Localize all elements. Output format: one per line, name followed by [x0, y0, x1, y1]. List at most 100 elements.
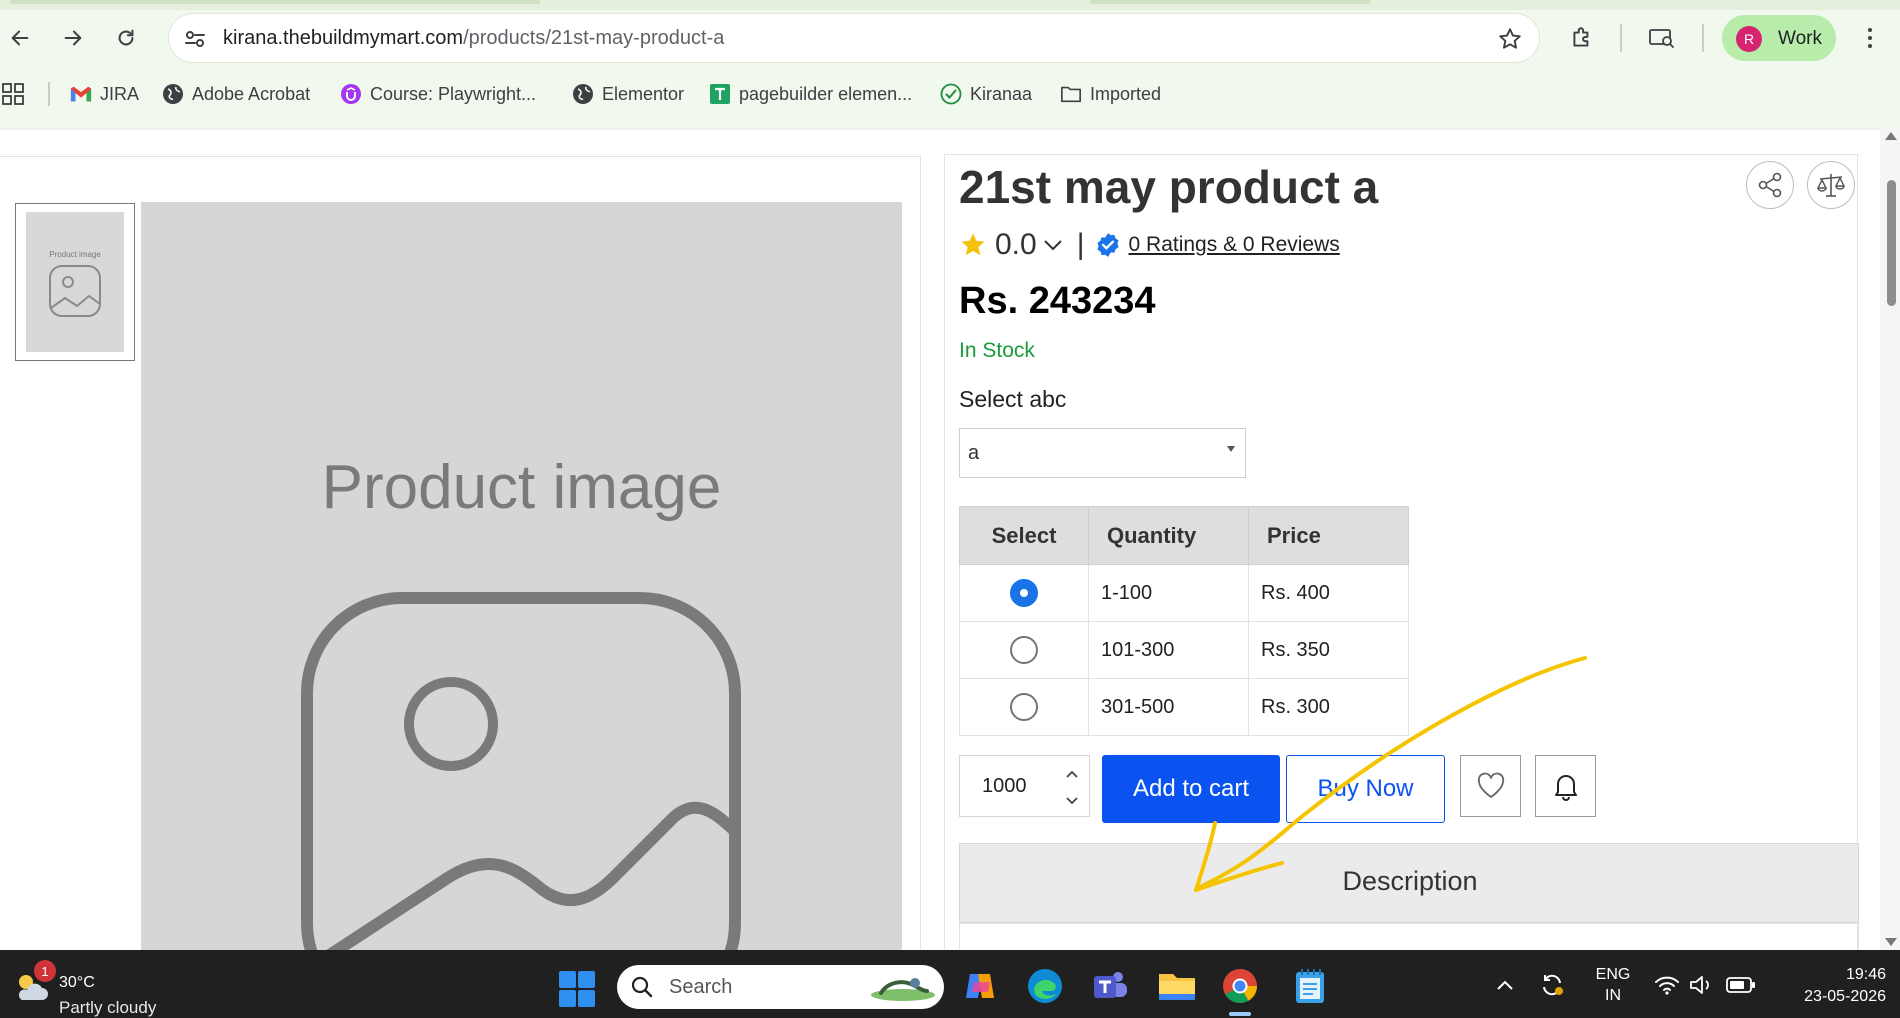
cast-search-button[interactable]	[1644, 20, 1680, 56]
address-bar[interactable]: kirana.thebuildmymart.com/products/21st-…	[168, 13, 1540, 63]
search-highlight-art-icon	[871, 978, 935, 1001]
scrollbar-thumb[interactable]	[1887, 180, 1896, 306]
system-clock[interactable]: 19:46 23-05-2026	[1786, 964, 1886, 1008]
folder-icon	[1159, 974, 1195, 1000]
compare-button[interactable]	[1807, 161, 1855, 209]
taskbar-notepad[interactable]	[1288, 964, 1332, 1008]
puzzle-icon	[1573, 27, 1589, 47]
bookmark-elementor[interactable]: Elementor	[572, 80, 684, 108]
sync-icon	[1543, 974, 1563, 996]
variant-select[interactable]: a	[959, 428, 1246, 478]
bookmarks-bar: JIRA Adobe Acrobat Course: Playwright...…	[0, 76, 1900, 112]
bookmark-adobe-acrobat[interactable]: Adobe Acrobat	[162, 80, 310, 108]
taskbar-file-explorer[interactable]	[1155, 964, 1199, 1008]
product-title: 21st may product a	[959, 161, 1379, 213]
table-row[interactable]: 301-500 Rs. 300	[959, 678, 1409, 736]
tab-indicator[interactable]	[1090, 0, 1370, 4]
screen-search-icon	[1649, 29, 1674, 48]
product-thumbnail[interactable]: Product image	[15, 203, 135, 361]
bookmark-divider	[48, 82, 50, 106]
bookmark-jira[interactable]: JIRA	[70, 80, 139, 108]
quantity-stepper[interactable]: 1000	[959, 755, 1090, 817]
notify-button[interactable]	[1535, 755, 1596, 817]
taskbar-chrome[interactable]	[1218, 964, 1262, 1008]
edge-icon	[1028, 969, 1062, 1003]
bookmark-pagebuilder[interactable]: pagebuilder elemen...	[709, 80, 912, 108]
globe-icon	[163, 84, 183, 104]
taskbar-copilot[interactable]	[958, 964, 1002, 1008]
image-placeholder-icon	[301, 592, 741, 950]
toolbar-divider	[1620, 24, 1622, 52]
table-row[interactable]: 1-100 Rs. 400	[959, 564, 1409, 622]
bookmark-folder-imported[interactable]: Imported	[1060, 80, 1161, 108]
apps-button[interactable]	[2, 80, 24, 108]
url-host: kirana.thebuildmymart.com	[223, 27, 464, 49]
volume-button[interactable]	[1686, 970, 1716, 1000]
profile-button[interactable]: R Work	[1722, 15, 1836, 61]
search-icon	[631, 976, 653, 998]
arrow-left-icon	[11, 30, 29, 46]
show-hidden-icons-button[interactable]	[1490, 970, 1520, 1000]
bulk-pricing-table: Select Quantity Price 1-100 Rs. 400 101-…	[959, 506, 1409, 736]
speaker-icon	[1690, 976, 1709, 994]
extensions-button[interactable]	[1564, 20, 1600, 56]
bookmark-course-playwright[interactable]: Course: Playwright...	[340, 80, 536, 108]
back-button[interactable]	[2, 20, 38, 56]
sync-status-button[interactable]	[1537, 970, 1567, 1000]
taskbar-teams[interactable]	[1088, 964, 1132, 1008]
url-text[interactable]: kirana.thebuildmymart.com/products/21st-…	[223, 27, 724, 50]
chevron-down-icon[interactable]	[1041, 233, 1065, 257]
wifi-button[interactable]	[1652, 970, 1682, 1000]
chevron-up-icon	[1066, 770, 1078, 778]
column-header-price: Price	[1248, 506, 1409, 565]
buy-now-button[interactable]: Buy Now	[1286, 755, 1445, 823]
check-circle-icon	[940, 83, 962, 105]
decrement-button[interactable]	[1059, 788, 1085, 814]
tier-radio[interactable]	[1010, 636, 1038, 664]
scroll-down-icon[interactable]	[1885, 938, 1897, 946]
bookmark-kiranaa[interactable]: Kiranaa	[940, 80, 1032, 108]
description-heading: Description	[1342, 866, 1478, 896]
thumbnail-label: Product image	[49, 250, 101, 259]
product-details: 21st may product a 0.0 | 0 Ratings & 0 R…	[944, 154, 1859, 950]
battery-button[interactable]	[1724, 970, 1758, 1000]
product-price: Rs. 243234	[959, 280, 1156, 322]
bookmark-label: JIRA	[100, 83, 140, 104]
ratings-reviews-link[interactable]: 0 Ratings & 0 Reviews	[1129, 233, 1340, 257]
profile-label: Work	[1778, 28, 1822, 49]
quantity-value[interactable]: 1000	[982, 775, 1027, 798]
description-body	[959, 923, 1859, 950]
wishlist-button[interactable]	[1460, 755, 1521, 817]
forward-button[interactable]	[55, 20, 91, 56]
tier-radio-selected[interactable]	[1010, 579, 1038, 607]
browser-menu-button[interactable]	[1858, 22, 1882, 54]
increment-button[interactable]	[1059, 761, 1085, 787]
language-code: ENG	[1595, 966, 1631, 983]
taskbar-edge[interactable]	[1023, 964, 1067, 1008]
select-cell	[959, 678, 1089, 736]
bookmark-label: Imported	[1090, 83, 1162, 104]
tab-indicator[interactable]	[10, 0, 540, 4]
tier-radio[interactable]	[1010, 693, 1038, 721]
page-scrollbar[interactable]	[1880, 128, 1900, 950]
taskbar-search[interactable]: Search	[617, 965, 944, 1009]
table-row[interactable]: 101-300 Rs. 350	[959, 621, 1409, 679]
input-language-indicator[interactable]: ENG IN	[1593, 964, 1633, 1006]
url-path: /products/21st-may-product-a	[463, 27, 725, 49]
weather-widget[interactable]: 1 30°C Partly cloudy	[10, 960, 170, 1017]
share-button[interactable]	[1746, 161, 1794, 209]
windows-start-icon[interactable]	[558, 970, 596, 1008]
rating-row: 0.0 | 0 Ratings & 0 Reviews	[959, 227, 1340, 263]
bookmark-label: pagebuilder elemen...	[739, 83, 913, 104]
table-header-row: Select Quantity Price	[959, 506, 1409, 565]
site-settings-icon[interactable]	[183, 27, 207, 51]
reload-button[interactable]	[108, 20, 144, 56]
bookmark-star-icon[interactable]	[1497, 26, 1523, 52]
rating-separator: |	[1076, 228, 1085, 261]
product-main-image[interactable]: Product image	[141, 202, 902, 950]
scroll-up-icon[interactable]	[1885, 132, 1897, 140]
product-gallery: Product image Product image	[0, 156, 921, 950]
add-to-cart-button[interactable]: Add to cart	[1102, 755, 1280, 823]
description-tab[interactable]: Description	[959, 843, 1859, 923]
chevron-up-icon	[1497, 980, 1513, 990]
